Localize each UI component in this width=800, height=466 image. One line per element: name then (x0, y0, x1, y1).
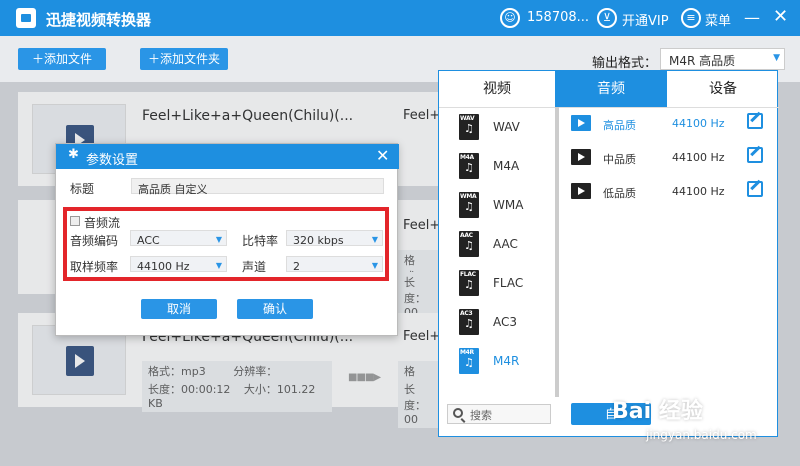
quality-label: 中品质 (603, 153, 636, 166)
watermark-url: jingyan.baidu.com (646, 428, 757, 442)
m4a-file-icon: M4A (459, 153, 479, 179)
user-icon[interactable]: ☺ (500, 8, 520, 28)
dialog-close-button[interactable]: ✕ (376, 146, 389, 165)
video-quality-icon (571, 183, 591, 199)
format-label: WMA (493, 198, 524, 212)
add-file-button[interactable]: ＋添加文件 (18, 48, 106, 70)
format-label: M4A (493, 159, 520, 173)
output-format-label: 输出格式： (592, 56, 658, 71)
quality-item-high[interactable]: 高品质 44100 Hz (559, 109, 779, 143)
menu-button[interactable]: 菜单 (705, 10, 731, 29)
video-quality-icon (571, 149, 591, 165)
layers-icon[interactable]: ≡ (681, 8, 701, 28)
chevron-down-icon: ▼ (773, 53, 780, 63)
close-button[interactable]: ✕ (773, 6, 788, 27)
title-bar: 迅捷视频转换器 ☺ 158708... ⊻ 开通VIP ≡ 菜单 — ✕ (0, 0, 800, 36)
ac3-file-icon: AC3 (459, 309, 479, 335)
edit-icon[interactable] (747, 113, 763, 129)
quality-label: 高品质 (603, 119, 636, 132)
app-title: 迅捷视频转换器 (46, 11, 152, 29)
tab-device[interactable]: 设备 (667, 71, 779, 107)
format-label: WAV (493, 120, 520, 134)
minimize-button[interactable]: — (744, 8, 760, 27)
vip-link[interactable]: 开通VIP (622, 10, 669, 29)
plus-icon: ＋ (31, 52, 44, 66)
wma-file-icon: WMA (459, 192, 479, 218)
title-input[interactable]: 高品质 自定义 (131, 178, 384, 196)
quality-label: 低品质 (603, 187, 636, 200)
account-label[interactable]: 158708... (527, 10, 589, 25)
flac-file-icon: FLAC (459, 270, 479, 296)
format-label: FLAC (493, 276, 524, 290)
add-folder-button[interactable]: ＋添加文件夹 (140, 48, 228, 70)
highlight-box (63, 207, 389, 281)
format-item-m4a[interactable]: M4A M4A (439, 147, 555, 186)
cart-icon[interactable]: ⊻ (597, 8, 617, 28)
wav-file-icon: WAV (459, 114, 479, 140)
tab-video[interactable]: 视频 (439, 71, 555, 107)
confirm-button[interactable]: 确认 (237, 299, 313, 319)
quality-frequency: 44100 Hz (672, 151, 725, 164)
format-panel: 视频 音频 设备 WAV WAV M4A M4A WMA WMA AAC AAC FLA… (438, 70, 779, 437)
video-quality-icon (571, 115, 591, 131)
quality-frequency: 44100 Hz (672, 185, 725, 198)
format-label: AAC (493, 237, 518, 251)
format-label: AC3 (493, 315, 518, 329)
format-item-aac[interactable]: AAC AAC (439, 225, 555, 264)
format-item-ac3[interactable]: AC3 AC3 (439, 303, 555, 342)
baidu-watermark: Bai 经验 (612, 399, 703, 424)
edit-icon[interactable] (747, 147, 763, 163)
output-format-value: M4R 高品质 (669, 54, 736, 68)
title-label: 标题 (70, 182, 95, 196)
format-item-wav[interactable]: WAV WAV (439, 108, 555, 147)
dialog-title: 参数设置 (86, 153, 139, 168)
format-item-m4r[interactable]: M4R M4R (439, 342, 555, 381)
edit-icon[interactable] (747, 181, 763, 197)
format-item-flac[interactable]: FLAC FLAC (439, 264, 555, 303)
add-folder-label: 添加文件夹 (160, 52, 221, 66)
search-icon (453, 408, 463, 418)
app-logo-icon (16, 8, 36, 28)
aac-file-icon: AAC (459, 231, 479, 257)
quality-item-low[interactable]: 低品质 44100 Hz (559, 177, 779, 211)
format-item-wma[interactable]: WMA WMA (439, 186, 555, 225)
add-file-label: 添加文件 (44, 52, 93, 66)
output-format-select[interactable]: M4R 高品质 ▼ (660, 48, 785, 70)
m4r-file-icon: M4R (459, 348, 479, 374)
tab-audio[interactable]: 音频 (555, 71, 667, 107)
quality-item-medium[interactable]: 中品质 44100 Hz (559, 143, 779, 177)
plus-icon: ＋ (147, 52, 160, 66)
dialog-header: ✱ 参数设置 ✕ (56, 144, 399, 169)
gear-icon: ✱ (68, 147, 79, 162)
quality-frequency: 44100 Hz (672, 117, 725, 130)
format-label: M4R (493, 354, 520, 368)
cancel-button[interactable]: 取消 (141, 299, 217, 319)
